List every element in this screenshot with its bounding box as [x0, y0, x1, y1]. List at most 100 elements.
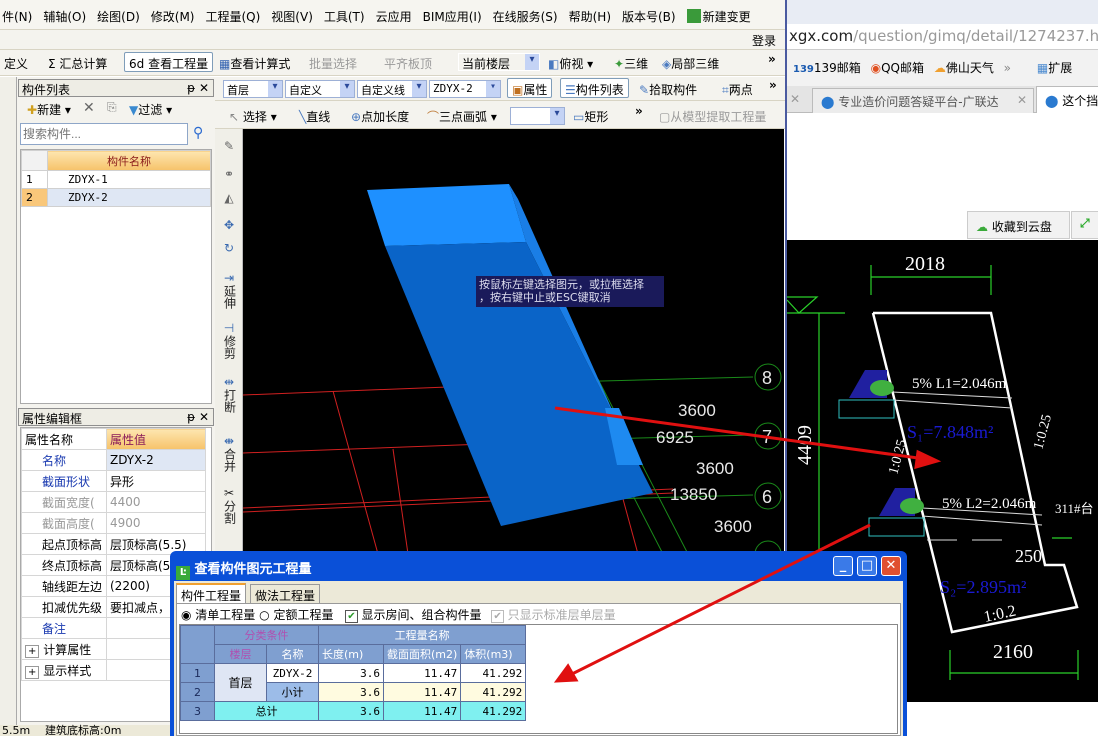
fullscreen-icon[interactable]: ⤢	[1071, 211, 1098, 239]
bookmark-qq[interactable]: ◉QQ邮箱	[871, 61, 924, 75]
menu-item[interactable]: 辅轴(O)	[43, 10, 86, 24]
two-points-button[interactable]: ⌗两点	[718, 79, 757, 99]
mirror-icon[interactable]: ◭	[217, 192, 241, 205]
menu-item[interactable]: 云应用	[376, 10, 412, 24]
properties-button[interactable]: ▣属性	[507, 78, 553, 98]
draw-mode-select[interactable]	[510, 107, 565, 125]
show-room-checkbox[interactable]: ✔ 显示房间、组合构件量	[345, 608, 482, 623]
brush-icon[interactable]: ✎	[217, 140, 241, 153]
quota-qty-radio[interactable]: ○ 定额工程量	[259, 608, 333, 622]
pick-component-button[interactable]: ✎拾取构件	[635, 79, 701, 99]
dimension-label: 3600	[714, 517, 752, 536]
bookmark-139[interactable]: 139139邮箱	[793, 61, 861, 75]
formula-icon: ▦	[219, 57, 231, 71]
list-item[interactable]: 1 ZDYX-1	[21, 170, 211, 189]
bookmark-weather[interactable]: ☁佛山天气	[934, 61, 994, 75]
type-select[interactable]: 自定义	[285, 80, 355, 98]
pin-close-icons[interactable]: ᵽ ✕	[187, 81, 209, 95]
menu-item[interactable]: 修改(M)	[151, 10, 195, 24]
maximize-button[interactable]: □	[857, 556, 877, 576]
tab-close-icon[interactable]: ✕	[1017, 93, 1027, 107]
menu-item[interactable]: BIM应用(I)	[423, 10, 482, 24]
copy-icon[interactable]: ⚭	[217, 168, 241, 181]
pin-close-icons[interactable]: ᵽ ✕	[187, 410, 209, 424]
select-button[interactable]: ↖ 选择 ▾	[225, 106, 281, 126]
component-select[interactable]: ZDYX-2	[429, 80, 501, 98]
menu-item[interactable]: 新建变更	[703, 10, 751, 24]
define-button[interactable]: 定义	[0, 53, 32, 73]
std-floor-checkbox[interactable]: ✔ 只显示标准层单层量	[491, 608, 616, 623]
list-item-selected[interactable]: 2 ZDYX-2	[21, 188, 211, 207]
rectangle-button[interactable]: ▭矩形	[569, 106, 612, 126]
subtype-select[interactable]: 自定义线	[357, 80, 427, 98]
list-qty-radio[interactable]: ◉ 清单工程量	[181, 608, 255, 622]
property-row[interactable]: 名称 ZDYX-2	[21, 449, 206, 471]
menu-item[interactable]: 版本号(B)	[622, 10, 676, 24]
menu-item[interactable]: 绘图(D)	[97, 10, 140, 24]
tab-method-quantity[interactable]: 做法工程量	[250, 584, 321, 603]
extend-button[interactable]: ⇥ 延伸	[217, 272, 241, 312]
property-value[interactable]: 4900	[106, 512, 206, 534]
close-button[interactable]: ✕	[881, 556, 901, 576]
tab-active[interactable]: ⬤ 这个挡	[1036, 86, 1098, 113]
extract-quantity-button[interactable]: ▢从模型提取工程量	[655, 106, 770, 126]
split-button[interactable]: ✂ 分割	[217, 487, 241, 527]
minimize-button[interactable]: _	[833, 556, 853, 576]
line-button[interactable]: ╲直线	[295, 106, 334, 126]
new-component-button[interactable]: ✚新建 ▾	[23, 99, 75, 119]
move-icon[interactable]: ✥	[217, 219, 241, 232]
3d-button[interactable]: ✦三维	[610, 53, 652, 73]
break-button[interactable]: ⇹ 打断	[217, 376, 241, 416]
expand-icon[interactable]: +	[25, 644, 40, 658]
expand-icon[interactable]: +	[25, 665, 40, 679]
component-list-button[interactable]: ☰构件列表	[560, 78, 629, 98]
property-value[interactable]: 4400	[106, 491, 206, 513]
floor-scope-select[interactable]: 当前楼层	[458, 53, 540, 71]
tab-component-quantity[interactable]: 构件工程量	[176, 583, 247, 603]
cad-label: 5% L1=2.046m	[912, 376, 1007, 392]
login-button[interactable]: 登录	[752, 32, 776, 49]
delete-icon[interactable]: ✕	[79, 98, 99, 118]
menu-item[interactable]: 件(N)	[2, 10, 32, 24]
overflow-chevron-icon[interactable]: »	[768, 52, 776, 66]
trim-button[interactable]: ⊣ 修剪	[217, 322, 241, 362]
view-formula-button[interactable]: ▦查看计算式	[215, 53, 294, 73]
arc-button[interactable]: ⌒三点画弧 ▾	[423, 106, 501, 126]
point-length-button[interactable]: ⊕点加长度	[347, 106, 413, 126]
tab-qa-platform[interactable]: ⬤ 专业造价问题答疑平台-广联达 ✕	[812, 88, 1034, 113]
save-cloud-button[interactable]: ☁ 收藏到云盘	[967, 211, 1070, 239]
menu-item[interactable]: 视图(V)	[271, 10, 313, 24]
drawing-canvas[interactable]: 3600 6925 3600 13850 3600 8 7 6	[243, 129, 784, 554]
extensions-button[interactable]: ▦扩展	[1037, 61, 1072, 75]
floor-select[interactable]: 首层	[223, 80, 283, 98]
property-row[interactable]: 截面宽度(4400	[21, 491, 206, 513]
filter-button[interactable]: ▼过滤 ▾	[125, 99, 176, 119]
view-quantity-button[interactable]: 6d 查看工程量	[124, 52, 214, 72]
merge-button[interactable]: ⇼ 合并	[217, 435, 241, 475]
menu-item[interactable]: 工程量(Q)	[205, 10, 260, 24]
overflow-chevron-icon[interactable]: »	[635, 104, 643, 118]
component-search-input[interactable]	[20, 123, 188, 145]
menu-item[interactable]: 工具(T)	[324, 10, 365, 24]
more-bookmarks-icon[interactable]: »	[1004, 61, 1011, 75]
batch-select-button[interactable]: 批量选择	[305, 53, 361, 73]
local-3d-button[interactable]: ◈局部三维	[658, 53, 723, 73]
property-row[interactable]: 截面形状 异形	[21, 470, 206, 492]
table-row-total[interactable]: 3 总计 3.6 11.47 41.292	[180, 701, 527, 721]
address-bar[interactable]: xgx.com/question/gimq/detail/1274237.htm…	[787, 24, 1098, 50]
top-view-button[interactable]: ◧俯视 ▾	[544, 53, 597, 73]
menu-item[interactable]: 帮助(H)	[569, 10, 611, 24]
property-value[interactable]: 异形	[106, 470, 206, 492]
tab-close-icon[interactable]: ✕	[790, 92, 800, 106]
copy-icon[interactable]: ⎘	[103, 98, 121, 118]
rotate-icon[interactable]: ↻	[217, 242, 241, 255]
overflow-chevron-icon[interactable]: »	[769, 78, 777, 92]
table-row[interactable]: 1 首层 ZDYX-2 3.6 11.47 41.292	[180, 663, 527, 702]
search-icon[interactable]: ⚲	[193, 125, 203, 141]
menu-item[interactable]: 在线服务(S)	[493, 10, 558, 24]
align-top-button[interactable]: 平齐板顶	[380, 53, 436, 73]
sum-button[interactable]: Σ 汇总计算	[44, 53, 111, 73]
glasses-icon: 6d	[129, 57, 149, 71]
property-row[interactable]: 截面高度(4900	[21, 512, 206, 534]
property-value[interactable]: ZDYX-2	[106, 449, 206, 471]
